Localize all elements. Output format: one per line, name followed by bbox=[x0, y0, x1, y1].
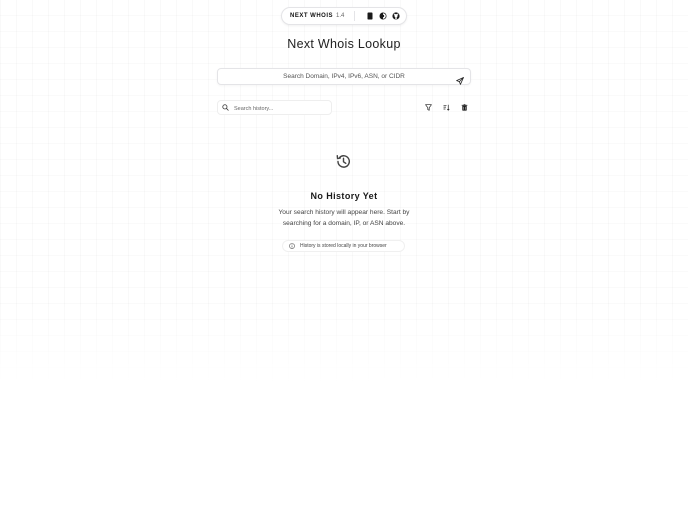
search-submit-button[interactable] bbox=[456, 72, 466, 85]
theme-toggle-icon bbox=[379, 12, 387, 20]
background-fade bbox=[0, 300, 688, 512]
empty-state-title: No History Yet bbox=[310, 191, 378, 201]
github-icon bbox=[391, 12, 400, 20]
info-icon bbox=[289, 243, 295, 249]
send-icon bbox=[456, 77, 464, 85]
empty-state-description: Your search history will appear here. St… bbox=[278, 209, 410, 227]
nav-divider bbox=[354, 11, 356, 21]
main-search-box bbox=[217, 68, 471, 85]
local-storage-note: History is stored locally in your browse… bbox=[282, 240, 405, 252]
trash-icon bbox=[461, 104, 468, 111]
history-search-box bbox=[217, 100, 332, 116]
history-icon bbox=[336, 154, 351, 168]
sort-button[interactable] bbox=[440, 101, 453, 114]
search-icon bbox=[222, 104, 229, 111]
brand-name: NEXT WHOIS bbox=[290, 13, 334, 19]
filter-button[interactable] bbox=[422, 101, 435, 114]
domain-search-input[interactable] bbox=[218, 69, 470, 84]
theme-toggle-button[interactable] bbox=[378, 10, 387, 22]
top-nav-pill: NEXT WHOIS 1.4 bbox=[281, 7, 407, 25]
clear-history-button[interactable] bbox=[458, 101, 471, 114]
history-search-input[interactable] bbox=[232, 101, 332, 116]
local-storage-note-text: History is stored locally in your browse… bbox=[300, 243, 387, 249]
version-label: 1.4 bbox=[336, 13, 345, 19]
sort-icon bbox=[443, 104, 450, 111]
docs-button[interactable] bbox=[365, 10, 374, 22]
filter-icon bbox=[425, 104, 432, 111]
document-icon bbox=[367, 12, 373, 20]
github-button[interactable] bbox=[391, 10, 400, 22]
page-title: Next Whois Lookup bbox=[287, 37, 401, 51]
